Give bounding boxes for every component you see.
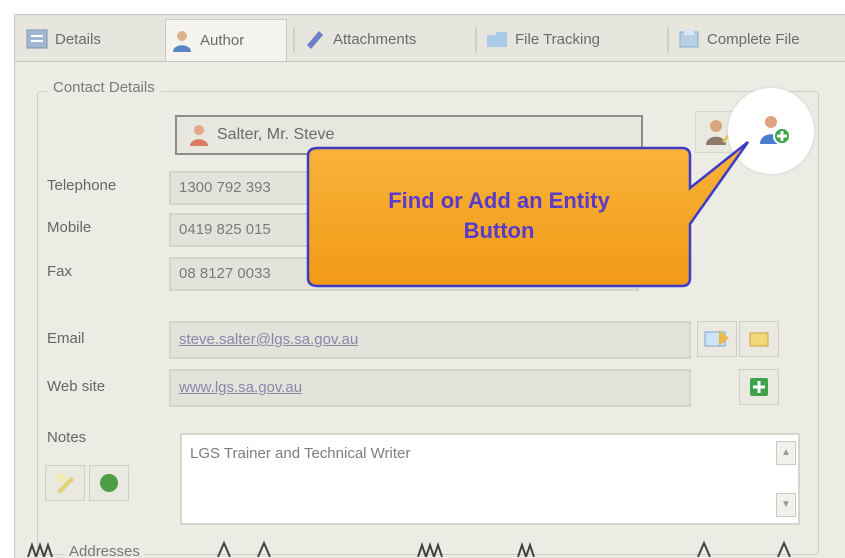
website-label: Web site	[47, 378, 106, 395]
tab-strip: Details Author Attachments File Tracking…	[15, 15, 845, 62]
tab-details[interactable]: Details	[21, 21, 161, 57]
scroll-up-button[interactable]: ▲	[776, 441, 796, 465]
notes-label: Notes	[47, 429, 87, 446]
mobile-value: 0419 825 015	[179, 221, 271, 238]
email-options-button[interactable]	[739, 321, 779, 357]
send-email-button[interactable]	[697, 321, 737, 357]
author-icon	[173, 30, 191, 52]
fax-label: Fax	[47, 263, 73, 280]
tab-label: Attachments	[333, 30, 417, 48]
pencil-icon	[56, 474, 74, 494]
tab-divider	[667, 27, 669, 53]
email-value: steve.salter@lgs.sa.gov.au	[179, 331, 359, 348]
tab-divider	[475, 27, 477, 53]
callout-line-1: Find or Add an Entity	[388, 188, 610, 213]
edit-notes-button[interactable]	[45, 465, 85, 501]
entity-name: Salter, Mr. Steve	[217, 126, 335, 143]
tab-label: Author	[200, 32, 245, 49]
send-email-icon	[704, 330, 729, 347]
entity-name-field[interactable]: Salter, Mr. Steve	[175, 115, 643, 155]
open-website-button[interactable]	[739, 369, 779, 405]
telephone-value: 1300 792 393	[179, 179, 271, 196]
callout-line-2: Button	[463, 218, 535, 243]
find-or-add-entity-button[interactable]	[748, 104, 800, 154]
tab-complete-file[interactable]: Complete File	[673, 21, 845, 57]
tab-label: Complete File	[707, 30, 800, 48]
tab-label: File Tracking	[515, 30, 601, 48]
notes-value: LGS Trainer and Technical Writer	[190, 445, 411, 462]
attachments-icon	[307, 31, 323, 49]
fax-value: 08 8127 0033	[179, 265, 271, 282]
mobile-label: Mobile	[47, 219, 92, 236]
tab-file-tracking[interactable]: File Tracking	[481, 21, 661, 57]
scroll-down-button[interactable]: ▼	[776, 493, 796, 517]
complete-file-icon	[679, 29, 699, 48]
notes-field[interactable]: LGS Trainer and Technical Writer ▲ ▼	[180, 433, 800, 525]
email-field[interactable]: steve.salter@lgs.sa.gov.au	[169, 321, 691, 359]
website-field[interactable]: www.lgs.sa.gov.au	[169, 369, 691, 407]
fax-field[interactable]: 08 8127 0033	[169, 257, 639, 291]
author-panel: Details Author Attachments File Tracking…	[14, 14, 845, 558]
file-tracking-icon	[487, 32, 507, 47]
email-label: Email	[47, 330, 85, 347]
telephone-label: Telephone	[47, 177, 117, 194]
tab-author[interactable]: Author	[165, 19, 287, 61]
details-icon	[26, 29, 48, 49]
tab-attachments[interactable]: Attachments	[299, 21, 469, 57]
find-add-entity-icon	[760, 116, 791, 145]
contact-details-label: Contact Details	[47, 79, 161, 96]
person-icon	[190, 125, 208, 146]
website-value: www.lgs.sa.gov.au	[179, 379, 303, 396]
open-link-icon	[750, 378, 768, 396]
envelope-icon	[749, 332, 769, 347]
save-notes-button[interactable]	[89, 465, 129, 501]
callout-text: Find or Add an Entity Button	[308, 186, 690, 246]
bottom-marks	[27, 541, 791, 557]
tab-label: Details	[55, 30, 101, 48]
leaf-icon	[100, 474, 118, 492]
tab-divider	[293, 27, 295, 53]
